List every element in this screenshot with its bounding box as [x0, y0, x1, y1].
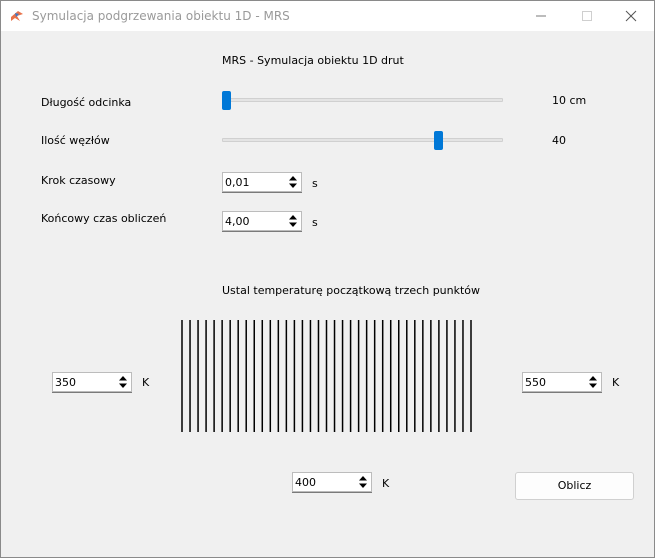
minimize-icon	[536, 15, 546, 17]
length-value: 10 cm	[552, 94, 587, 107]
spin-down-icon[interactable]	[116, 382, 130, 390]
wire-visualization	[181, 320, 472, 432]
spin-up-icon[interactable]	[286, 174, 300, 182]
spinbox-underline	[522, 392, 602, 393]
spinbox-underline	[222, 231, 302, 232]
temp-middle-spinbox[interactable]: 400	[292, 472, 372, 493]
endtime-unit: s	[312, 216, 318, 229]
slider-groove	[222, 98, 503, 102]
timestep-label: Krok czasowy	[41, 174, 116, 187]
compute-button[interactable]: Oblicz	[515, 472, 634, 500]
endtime-label: Końcowy czas obliczeń	[41, 212, 167, 225]
temp-left-spinbox[interactable]: 350	[52, 372, 132, 393]
endtime-spinbox[interactable]: 4,00	[222, 211, 302, 232]
spin-up-icon[interactable]	[356, 474, 370, 482]
timestep-unit: s	[312, 177, 318, 190]
form-heading: MRS - Symulacja obiektu 1D drut	[222, 54, 404, 67]
spin-down-icon[interactable]	[356, 482, 370, 490]
slider-handle[interactable]	[222, 91, 231, 110]
spinbox-underline	[222, 192, 302, 193]
spin-up-icon[interactable]	[116, 374, 130, 382]
spin-up-icon[interactable]	[586, 374, 600, 382]
spin-down-icon[interactable]	[286, 182, 300, 190]
length-label: Długość odcinka	[41, 96, 132, 109]
slider-handle[interactable]	[434, 131, 443, 150]
endtime-value[interactable]: 4,00	[225, 215, 250, 228]
maximize-button[interactable]	[564, 1, 610, 31]
temp-left-unit: K	[142, 376, 150, 389]
spin-up-icon[interactable]	[286, 213, 300, 221]
timestep-value[interactable]: 0,01	[225, 176, 250, 189]
length-slider[interactable]	[222, 91, 503, 110]
nodes-slider[interactable]	[222, 131, 503, 150]
maximize-icon	[582, 11, 592, 21]
nodes-label: Ilość węzłów	[41, 134, 110, 147]
close-icon	[625, 10, 637, 22]
title-bar[interactable]: Symulacja podgrzewania obiektu 1D - MRS	[1, 1, 654, 31]
spinbox-underline	[292, 492, 372, 493]
temp-middle-unit: K	[382, 477, 390, 490]
temp-middle-value[interactable]: 400	[295, 476, 316, 489]
temp-right-value[interactable]: 550	[525, 376, 546, 389]
app-icon	[9, 8, 25, 24]
temp-left-value[interactable]: 350	[55, 376, 76, 389]
temp-right-spinbox[interactable]: 550	[522, 372, 602, 393]
spin-down-icon[interactable]	[286, 221, 300, 229]
application-window: Symulacja podgrzewania obiektu 1D - MRS …	[0, 0, 655, 558]
window-title: Symulacja podgrzewania obiektu 1D - MRS	[32, 9, 290, 23]
nodes-value: 40	[552, 134, 566, 147]
minimize-button[interactable]	[518, 1, 564, 31]
temp-right-unit: K	[612, 376, 620, 389]
temperature-heading: Ustal temperaturę początkową trzech punk…	[222, 284, 481, 297]
slider-groove	[222, 138, 503, 142]
spin-down-icon[interactable]	[586, 382, 600, 390]
timestep-spinbox[interactable]: 0,01	[222, 172, 302, 193]
close-button[interactable]	[608, 1, 654, 31]
spinbox-underline	[52, 392, 132, 393]
